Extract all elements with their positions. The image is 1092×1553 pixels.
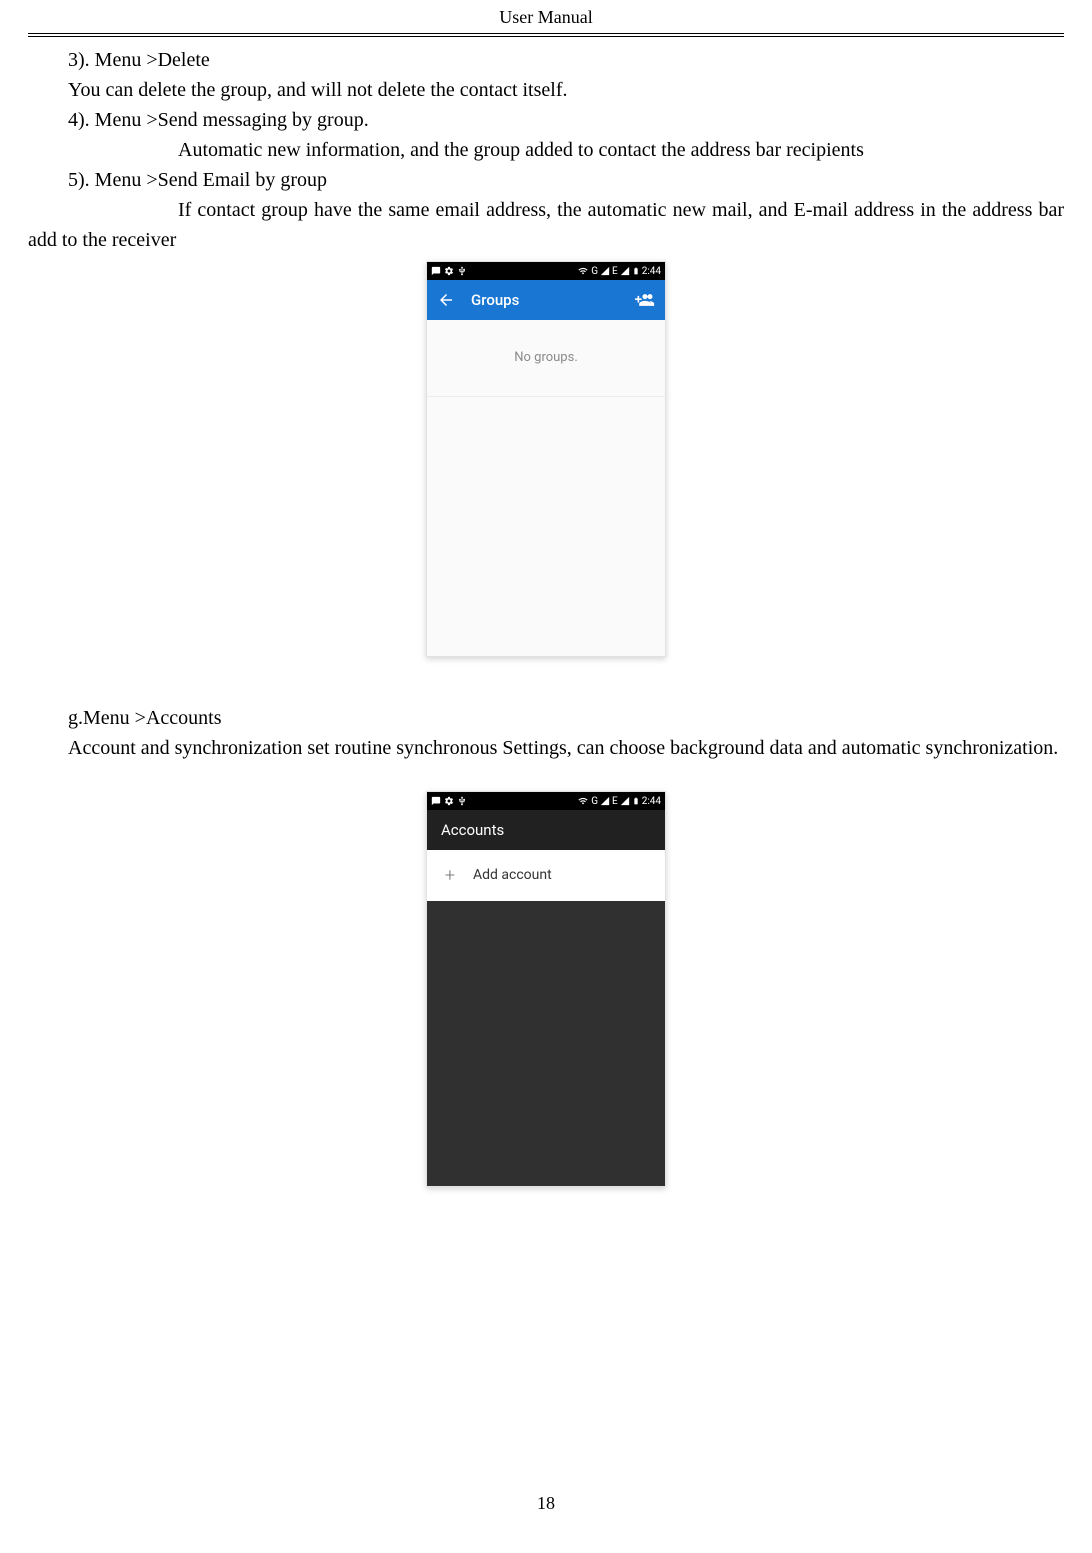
signal-icon-2 <box>620 266 630 276</box>
status-bar-2: G E 2:44 <box>427 792 665 810</box>
para-g: g.Menu >Accounts <box>28 703 1064 733</box>
para-3: 3). Menu >Delete <box>28 45 1064 75</box>
status-left-2 <box>431 796 467 806</box>
signal-icon-1b <box>600 796 610 806</box>
phone-accounts: G E 2:44 Accounts <box>426 791 666 1187</box>
back-arrow-icon[interactable] <box>437 291 455 309</box>
para-4-desc: Automatic new information, and the group… <box>28 135 1064 165</box>
screenshot-groups-wrap: G E 2:44 Groups <box>28 261 1064 657</box>
plus-icon: + <box>443 862 457 889</box>
page-number: 18 <box>0 1490 1092 1517</box>
message-icon <box>431 796 441 806</box>
wifi-icon <box>577 266 589 276</box>
app-bar-title: Groups <box>471 289 619 312</box>
para-4: 4). Menu >Send messaging by group. <box>28 105 1064 135</box>
status-time-2: 2:44 <box>642 794 661 809</box>
empty-groups-text: No groups. <box>427 320 665 397</box>
signal-g-label: G <box>591 264 598 279</box>
signal-icon-1 <box>600 266 610 276</box>
header-rule <box>28 33 1064 37</box>
message-icon <box>431 266 441 276</box>
screenshot-accounts-wrap: G E 2:44 Accounts <box>28 791 1064 1187</box>
phone-body-groups: No groups. <box>427 320 665 656</box>
para-5-desc: If contact group have the same email add… <box>28 195 1064 255</box>
battery-icon <box>632 795 640 807</box>
usb-icon <box>457 796 467 806</box>
phone-body-accounts: + Add account <box>427 850 665 1186</box>
status-bar: G E 2:44 <box>427 262 665 280</box>
signal-e-label: E <box>612 264 618 279</box>
gear-icon <box>444 266 454 276</box>
para-3-desc: You can delete the group, and will not d… <box>28 75 1064 105</box>
battery-icon <box>632 265 640 277</box>
add-account-row[interactable]: + Add account <box>427 850 665 902</box>
para-g-desc: Account and synchronization set routine … <box>28 733 1064 763</box>
wifi-icon <box>577 796 589 806</box>
add-account-label: Add account <box>473 865 552 886</box>
page-header-title: User Manual <box>0 0 1092 33</box>
status-left <box>431 266 467 276</box>
gear-icon <box>444 796 454 806</box>
app-bar-groups: Groups <box>427 280 665 320</box>
signal-g-label-2: G <box>591 794 598 809</box>
phone-groups: G E 2:44 Groups <box>426 261 666 657</box>
app-bar-title-2: Accounts <box>441 819 504 842</box>
para-5: 5). Menu >Send Email by group <box>28 165 1064 195</box>
usb-icon <box>457 266 467 276</box>
signal-icon-2b <box>620 796 630 806</box>
status-right: G E 2:44 <box>577 264 661 279</box>
signal-e-label-2: E <box>612 794 618 809</box>
page-content: 3). Menu >Delete You can delete the grou… <box>0 45 1092 1187</box>
status-right-2: G E 2:44 <box>577 794 661 809</box>
app-bar-accounts: Accounts <box>427 810 665 850</box>
add-group-icon[interactable] <box>635 290 655 310</box>
status-time: 2:44 <box>642 264 661 279</box>
